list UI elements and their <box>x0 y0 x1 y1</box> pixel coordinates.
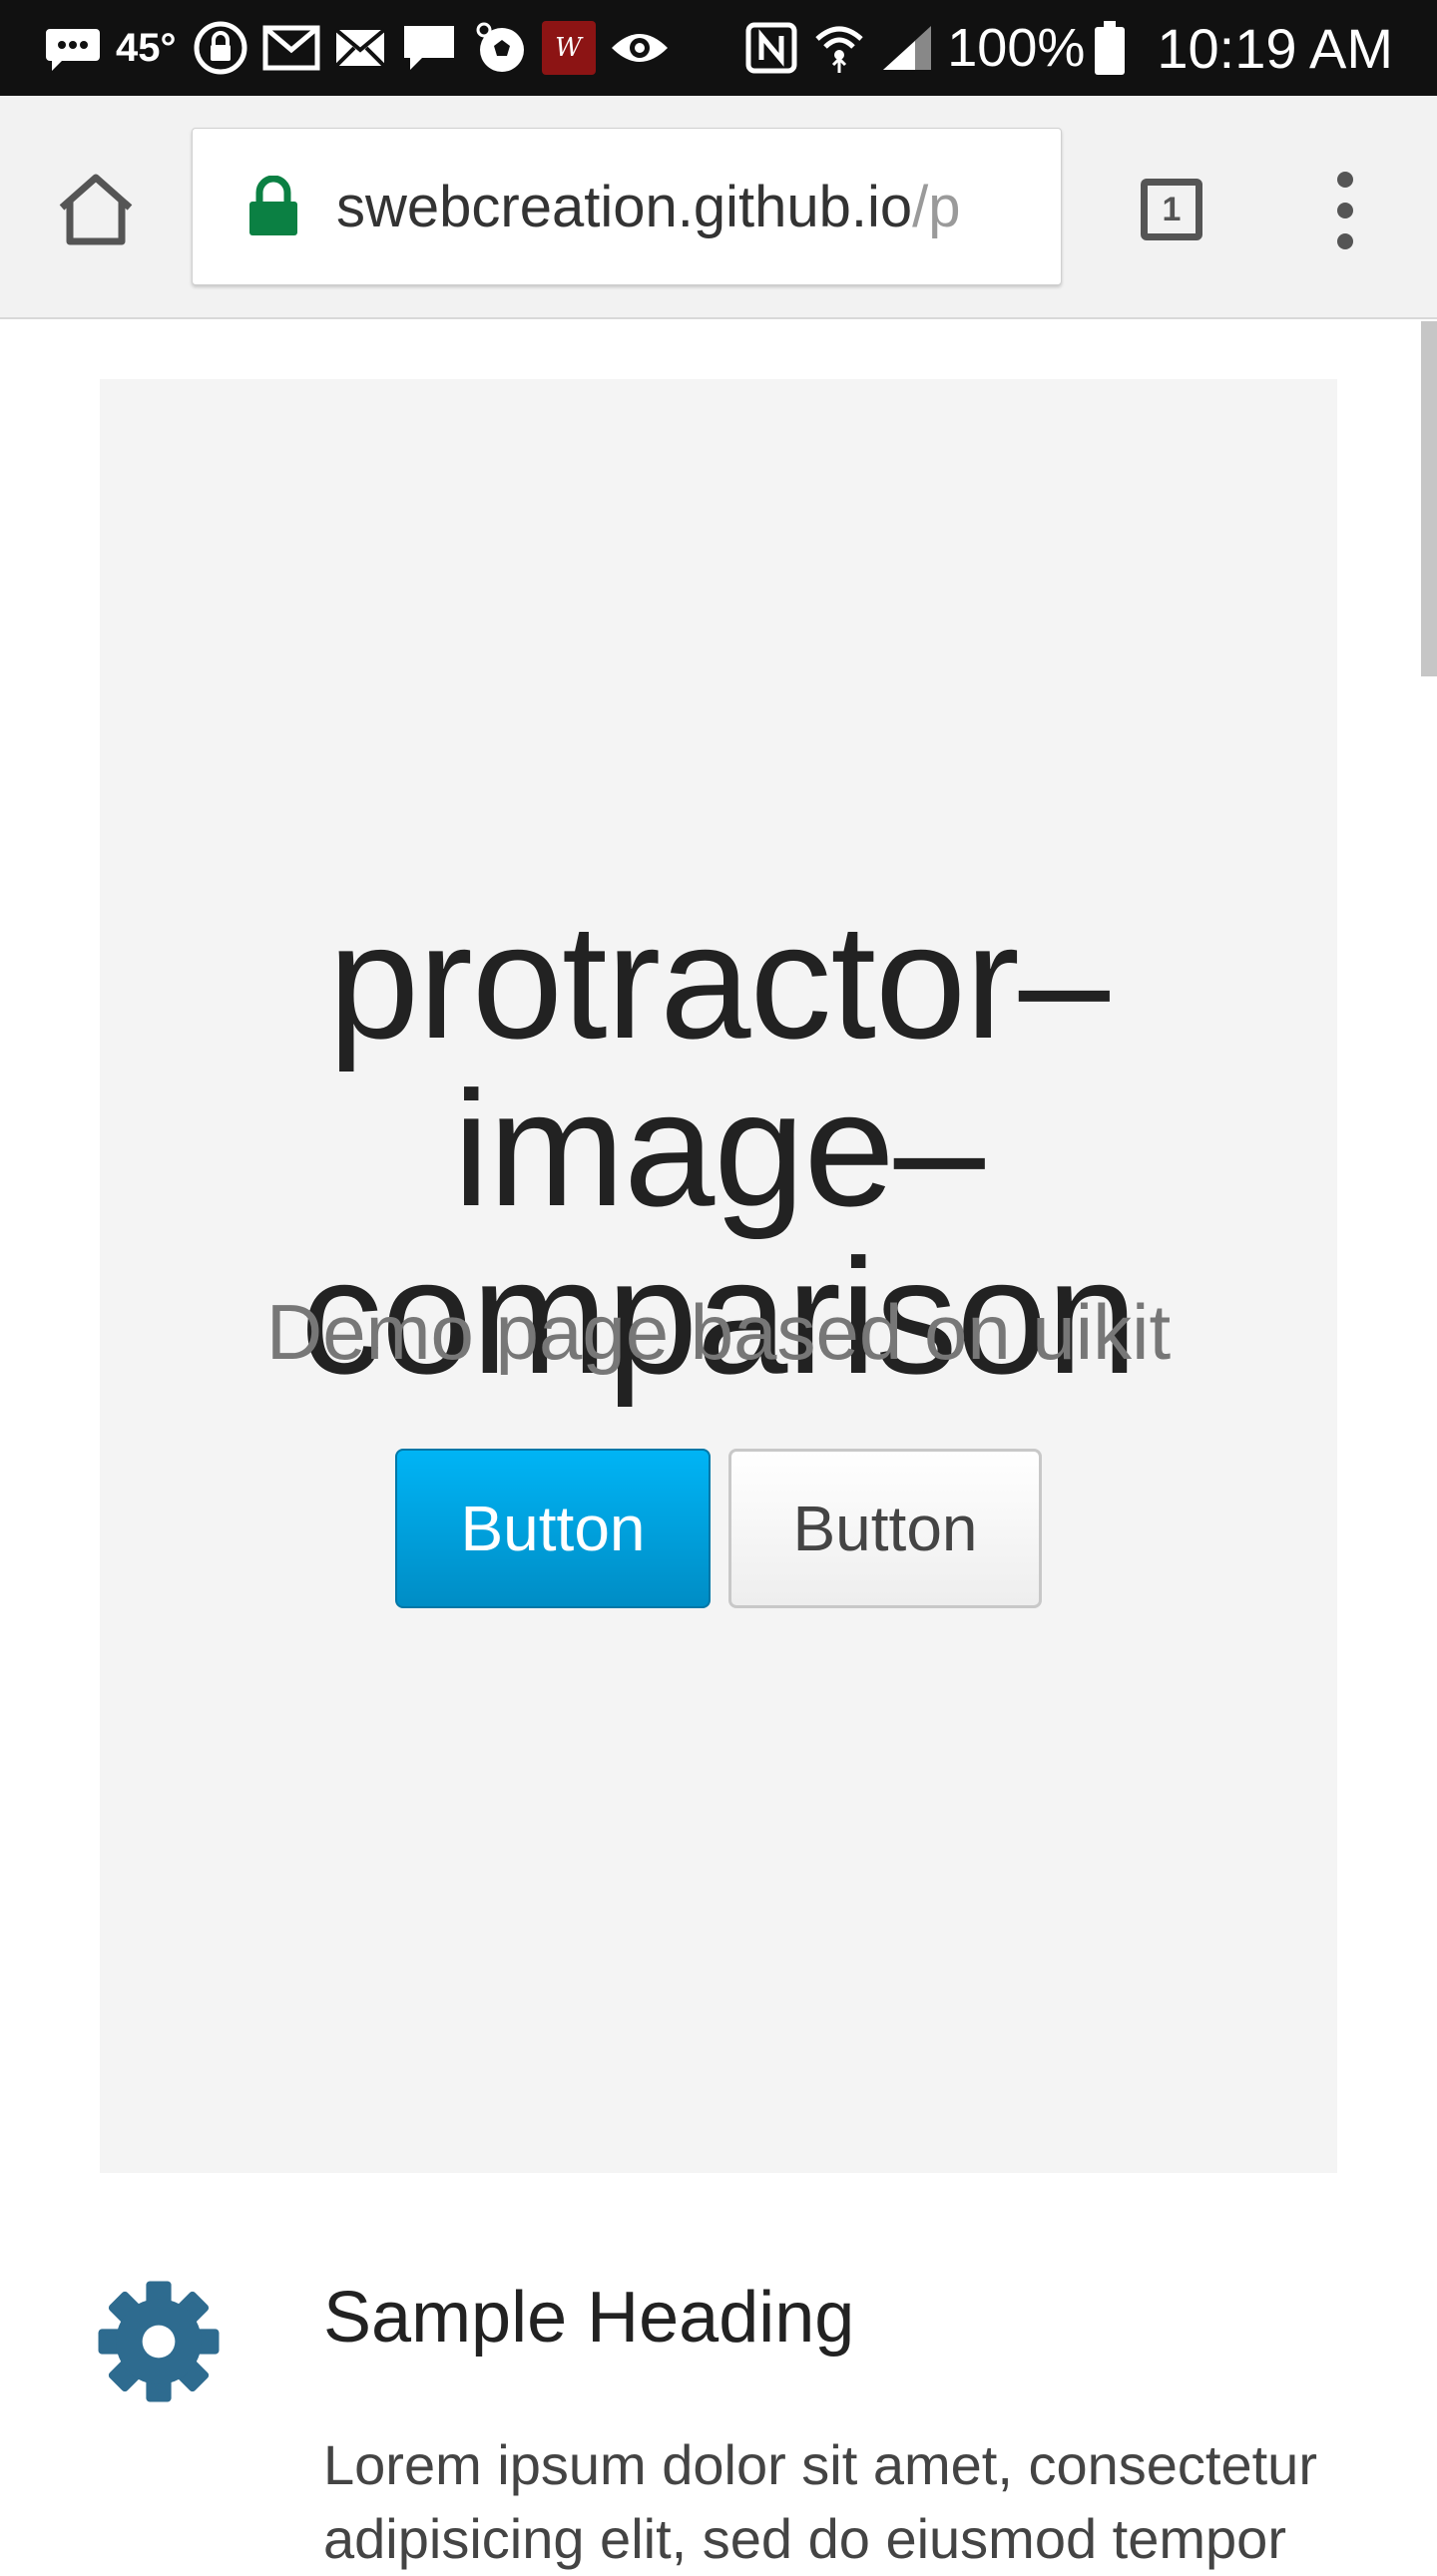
gmail-icon <box>262 23 320 73</box>
address-bar[interactable]: swebcreation.github.io/p <box>192 128 1062 285</box>
chat-icon <box>400 22 458 74</box>
status-notifications: 45° W <box>44 20 684 76</box>
tab-count-text: 1 <box>1162 190 1182 228</box>
wifi-icon <box>811 21 867 75</box>
battery-icon <box>1095 21 1126 75</box>
page-subtitle: Demo page based on uikit <box>265 1288 1172 1376</box>
lock-icon <box>246 176 300 237</box>
battery-percent: 100% <box>947 18 1086 78</box>
message-icon <box>44 23 102 73</box>
browser-toolbar: swebcreation.github.io/p 1 <box>0 96 1437 319</box>
status-system: 100% 10:19 AM <box>745 16 1393 81</box>
temperature-text: 45° <box>116 25 177 70</box>
lock-circle-icon <box>193 20 248 76</box>
url-path: /p <box>912 174 961 239</box>
home-button[interactable] <box>52 168 140 251</box>
url-text: swebcreation.github.io/p <box>336 174 961 240</box>
clock-time: 10:19 AM <box>1157 16 1393 80</box>
tabs-button[interactable]: 1 <box>1134 172 1209 247</box>
soccer-icon <box>472 20 528 76</box>
eye-icon <box>610 28 670 68</box>
gear-icon <box>98 2281 220 2402</box>
primary-button[interactable]: Button <box>395 1449 711 1608</box>
more-vert-icon[interactable] <box>1317 166 1373 255</box>
feature-heading: Sample Heading <box>323 2278 855 2358</box>
feature-block: Sample Heading Lorem ipsum dolor sit ame… <box>96 2277 1393 2570</box>
menu-dot <box>1337 203 1353 218</box>
menu-dot <box>1337 233 1353 249</box>
default-button[interactable]: Button <box>728 1449 1042 1608</box>
mail-icon <box>334 26 386 70</box>
url-host: swebcreation.github.io <box>336 174 913 239</box>
app-badge-icon: W <box>541 21 596 75</box>
home-icon <box>59 174 133 245</box>
menu-dot <box>1337 172 1353 188</box>
page-scrollbar[interactable] <box>1421 321 1437 676</box>
hero-section: protractor–image–comparison Demo page ba… <box>100 379 1337 2173</box>
status-bar: 45° W 100% 10:19 AM <box>0 0 1437 96</box>
hero-button-group: Button Button <box>395 1449 1042 1608</box>
tabs-icon: 1 <box>1141 179 1202 240</box>
nfc-icon <box>745 22 797 74</box>
signal-icon <box>881 24 933 72</box>
